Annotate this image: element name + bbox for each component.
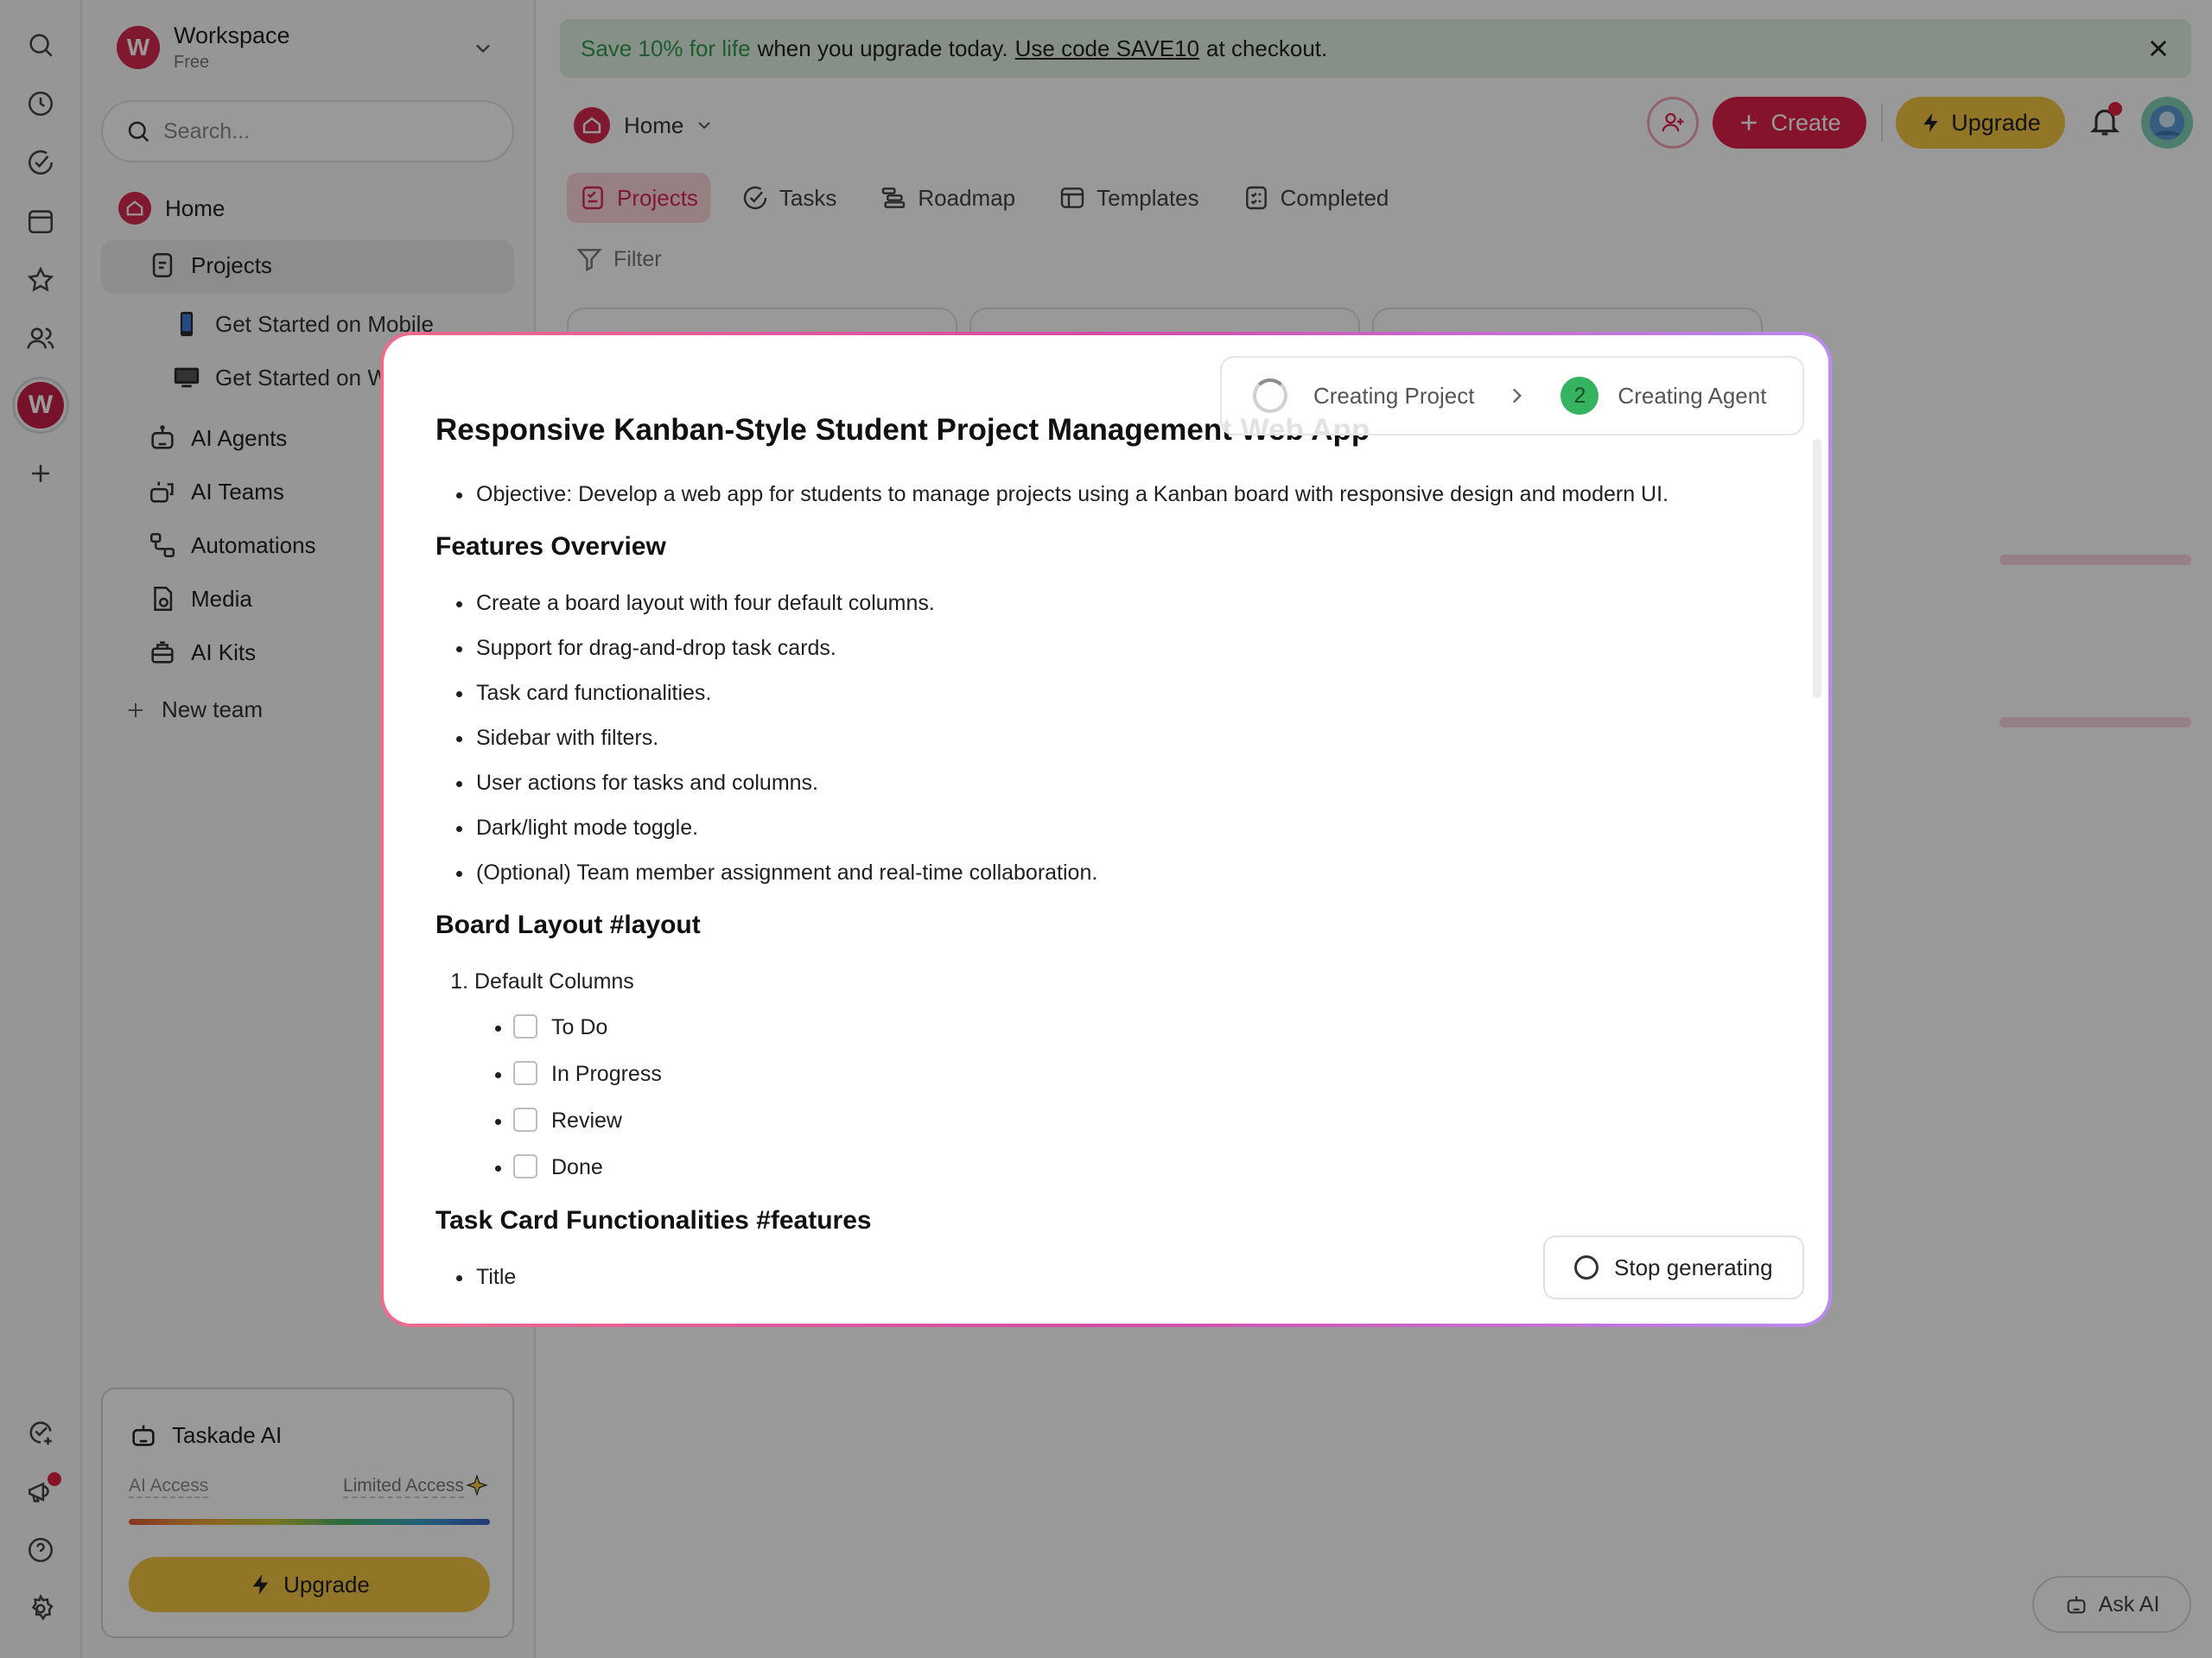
step-2-number: 2: [1560, 377, 1599, 415]
checkbox[interactable]: [513, 1014, 537, 1039]
checkbox[interactable]: [513, 1154, 537, 1179]
checklist-label: Review: [551, 1109, 622, 1133]
list-item: Create a board layout with four default …: [474, 581, 1766, 626]
generation-modal: Responsive Kanban-Style Student Project …: [380, 332, 1832, 1327]
checklist-item: In Progress: [513, 1051, 1766, 1097]
features-list: Create a board layout with four default …: [435, 581, 1766, 895]
checklist-item: Done: [513, 1144, 1766, 1191]
default-columns-label: Default Columns: [474, 969, 634, 994]
checklist-label: In Progress: [551, 1062, 662, 1086]
list-item: Support for drag-and-drop task cards.: [474, 626, 1766, 670]
layout-heading: Board Layout #layout: [435, 911, 701, 939]
objective-list: Objective: Develop a web app for student…: [435, 472, 1766, 517]
checklist-item: To Do: [513, 1004, 1766, 1051]
list-item: Sidebar with filters.: [474, 715, 1766, 760]
chevron-right-icon: [1513, 388, 1522, 403]
objective-item: Objective: Develop a web app for student…: [474, 472, 1766, 517]
checklist-label: Done: [551, 1155, 603, 1179]
scrollbar[interactable]: [1813, 439, 1821, 698]
generated-document: Responsive Kanban-Style Student Project …: [435, 413, 1766, 1299]
stop-generating-button[interactable]: Stop generating: [1543, 1236, 1804, 1299]
list-item: Default Columns To Do In Progress Review…: [474, 959, 1766, 1191]
progress-steps: Creating Project 2 Creating Agent: [1220, 356, 1804, 435]
checklist-label: To Do: [551, 1015, 608, 1039]
step-2-label: Creating Agent: [1618, 382, 1767, 409]
step-1-label: Creating Project: [1313, 382, 1475, 409]
loading-spinner-icon: [1253, 378, 1287, 413]
task-card-heading: Task Card Functionalities #features: [435, 1206, 872, 1235]
list-item: Task card functionalities.: [474, 670, 1766, 715]
checkbox[interactable]: [513, 1061, 537, 1086]
features-heading: Features Overview: [435, 532, 666, 561]
checklist-item: Review: [513, 1097, 1766, 1144]
stop-icon: [1574, 1255, 1599, 1280]
list-item: Dark/light mode toggle.: [474, 805, 1766, 850]
checkbox[interactable]: [513, 1108, 537, 1133]
list-item: User actions for tasks and columns.: [474, 760, 1766, 805]
layout-list: Default Columns To Do In Progress Review…: [435, 959, 1766, 1191]
stop-label: Stop generating: [1614, 1254, 1773, 1280]
list-item: (Optional) Team member assignment and re…: [474, 850, 1766, 895]
columns-checklist: To Do In Progress Review Done: [474, 1004, 1766, 1191]
